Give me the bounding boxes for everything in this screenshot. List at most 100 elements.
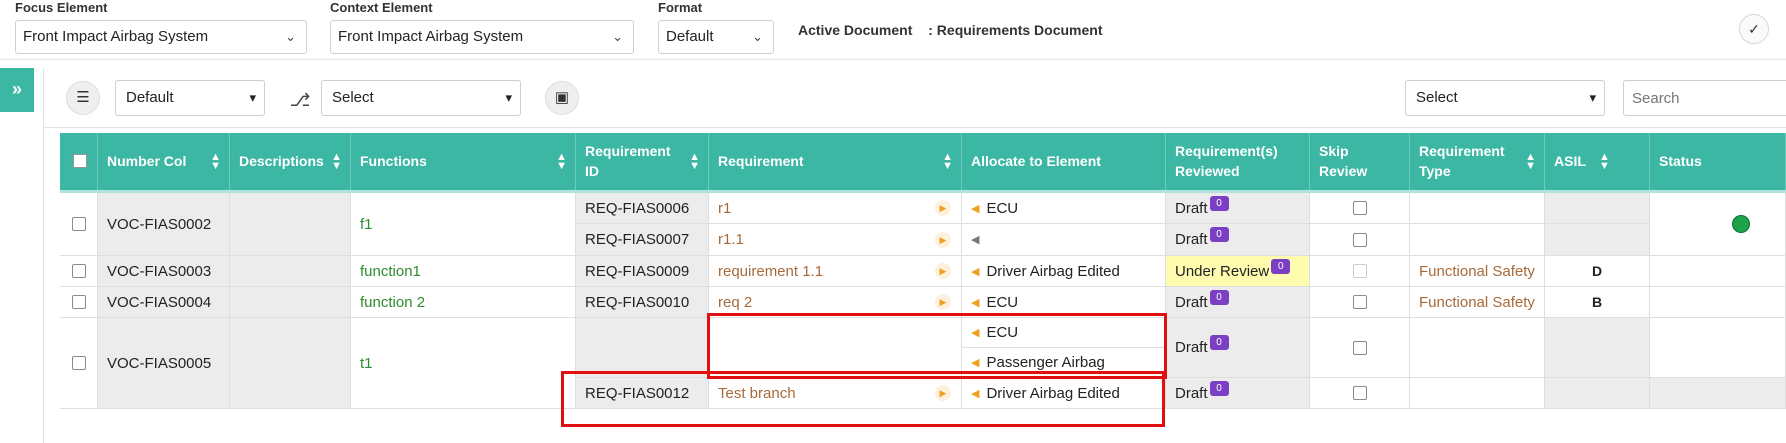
- format-group: Format Default ⌄: [658, 0, 774, 54]
- function-cell[interactable]: f1: [351, 193, 576, 256]
- skip-review-checkbox[interactable]: [1352, 386, 1367, 400]
- comment-badge[interactable]: 0: [1209, 227, 1229, 242]
- sidebar-toggle-button[interactable]: »: [0, 68, 34, 112]
- expand-right-icon[interactable]: ▶: [935, 385, 951, 401]
- chevron-down-icon: ⌄: [285, 29, 296, 44]
- image-icon: ▣: [554, 89, 570, 106]
- allocate-cell[interactable]: ◀ ECU: [962, 287, 1166, 318]
- header-asil[interactable]: ASIL ▲ ▼: [1545, 133, 1650, 190]
- number-cell: VOC-FIAS0002: [98, 193, 230, 256]
- caret-left-icon[interactable]: ◀: [971, 387, 979, 400]
- requirement-cell[interactable]: [709, 318, 962, 378]
- filter-select-value: Select: [1416, 89, 1458, 106]
- skip-review-cell: [1310, 224, 1410, 256]
- allocate-cell[interactable]: ◀: [962, 224, 1166, 256]
- skip-review-checkbox[interactable]: [1352, 295, 1367, 309]
- requirement-type-cell[interactable]: Functional Safety: [1410, 287, 1545, 318]
- sort-icon[interactable]: ▲ ▼: [942, 151, 953, 171]
- focus-element-value: Front Impact Airbag System: [23, 28, 209, 45]
- header-requirement[interactable]: Requirement ▲ ▼: [709, 133, 962, 190]
- expand-right-icon[interactable]: ▶: [935, 294, 951, 310]
- caret-left-icon[interactable]: ◀: [971, 202, 979, 215]
- review-cell: Draft 0: [1166, 318, 1310, 378]
- header-number-col[interactable]: Number Col ▲ ▼: [98, 133, 230, 190]
- allocate-cell[interactable]: ◀ ECU: [962, 193, 1166, 224]
- status-cell: [1650, 193, 1786, 256]
- expand-right-icon[interactable]: ▶: [935, 200, 951, 216]
- row-checkbox[interactable]: [71, 264, 86, 278]
- grid-toolbar: ☰ Default ▾ ⎇ Select ▾ ▣ Select ▾: [44, 68, 1786, 128]
- requirement-id-cell: REQ-FIAS0006: [576, 193, 709, 224]
- row-checkbox[interactable]: [71, 295, 86, 309]
- allocate-cell[interactable]: ◀ Driver Airbag Edited: [962, 256, 1166, 287]
- format-label: Format: [658, 0, 703, 15]
- view-select-value: Default: [126, 89, 174, 106]
- filter-select[interactable]: Select ▾: [1405, 80, 1605, 116]
- hierarchy-select[interactable]: Select ▾: [321, 80, 521, 116]
- active-document: Active Document : Requirements Document: [798, 22, 1103, 38]
- requirements-grid: Number Col ▲ ▼ Descriptions ▲ ▼ Functions ▲ ▼ …: [60, 133, 1786, 409]
- row-checkbox[interactable]: [71, 356, 86, 370]
- comment-badge[interactable]: 0: [1209, 380, 1229, 396]
- header-allocate-to-element[interactable]: Allocate to Element: [962, 133, 1166, 190]
- comment-badge[interactable]: 0: [1209, 289, 1229, 305]
- header-skip-review[interactable]: Skip Review: [1310, 133, 1410, 190]
- select-all-checkbox[interactable]: [73, 154, 87, 168]
- requirement-id-cell: REQ-FIAS0009: [576, 256, 709, 287]
- review-cell: Under Review 0: [1166, 256, 1310, 287]
- status-cell: [1650, 378, 1786, 409]
- requirement-type-cell[interactable]: Functional Safety: [1410, 256, 1545, 287]
- requirement-cell[interactable]: req 2 ▶: [709, 287, 962, 318]
- requirement-cell[interactable]: requirement 1.1 ▶: [709, 256, 962, 287]
- skip-review-checkbox[interactable]: [1352, 201, 1367, 215]
- caret-left-icon[interactable]: ◀: [971, 233, 979, 246]
- asil-cell: [1545, 193, 1650, 224]
- header-requirement-id[interactable]: Requirement ID ▲ ▼: [576, 133, 709, 190]
- allocate-cell[interactable]: ◀ ECU: [962, 318, 1166, 348]
- caret-left-icon[interactable]: ◀: [971, 326, 979, 339]
- asil-cell[interactable]: D: [1545, 256, 1650, 287]
- version-button[interactable]: ✓: [1739, 14, 1769, 44]
- header-descriptions[interactable]: Descriptions ▲ ▼: [230, 133, 351, 190]
- header-status[interactable]: Status: [1650, 133, 1786, 190]
- sort-icon[interactable]: ▲ ▼: [331, 151, 342, 171]
- comment-badge[interactable]: 0: [1209, 195, 1229, 211]
- expand-right-icon[interactable]: ▶: [935, 263, 951, 279]
- asil-cell[interactable]: B: [1545, 287, 1650, 318]
- allocate-cell[interactable]: ◀ Passenger Airbag: [962, 348, 1166, 378]
- image-button[interactable]: ▣: [545, 81, 579, 115]
- skip-review-checkbox[interactable]: [1352, 340, 1367, 355]
- sort-icon[interactable]: ▲ ▼: [556, 151, 567, 171]
- format-select[interactable]: Default ⌄: [658, 20, 774, 54]
- requirement-cell[interactable]: r1 ▶: [709, 193, 962, 224]
- row-checkbox[interactable]: [71, 217, 86, 231]
- focus-element-select[interactable]: Front Impact Airbag System ⌄: [15, 20, 307, 54]
- comment-badge[interactable]: 0: [1271, 258, 1291, 274]
- sort-icon[interactable]: ▲ ▼: [210, 151, 221, 171]
- allocate-cell[interactable]: ◀ Driver Airbag Edited: [962, 378, 1166, 409]
- search-input[interactable]: [1623, 80, 1786, 116]
- function-cell[interactable]: function1: [351, 256, 576, 287]
- hierarchy-icon: ⎇: [289, 90, 311, 110]
- sort-icon[interactable]: ▲ ▼: [1525, 151, 1536, 171]
- header-functions[interactable]: Functions ▲ ▼: [351, 133, 576, 190]
- comment-badge[interactable]: 0: [1209, 335, 1229, 350]
- context-element-select[interactable]: Front Impact Airbag System ⌄: [330, 20, 634, 54]
- sort-icon[interactable]: ▲ ▼: [689, 151, 700, 171]
- caret-left-icon[interactable]: ◀: [971, 356, 979, 369]
- header-requirements-reviewed[interactable]: Requirement(s) Reviewed: [1166, 133, 1310, 190]
- skip-review-checkbox[interactable]: [1352, 232, 1367, 247]
- function-cell[interactable]: t1: [351, 318, 576, 409]
- header-requirement-type[interactable]: Requirement Type ▲ ▼: [1410, 133, 1545, 190]
- view-select[interactable]: Default ▾: [115, 80, 265, 116]
- requirement-cell[interactable]: r1.1 ▶: [709, 224, 962, 256]
- skip-review-cell: [1310, 256, 1410, 287]
- caret-left-icon[interactable]: ◀: [971, 296, 979, 309]
- context-element-label: Context Element: [330, 0, 433, 15]
- expand-right-icon[interactable]: ▶: [935, 231, 951, 248]
- sort-icon[interactable]: ▲ ▼: [1599, 151, 1610, 171]
- requirement-cell[interactable]: Test branch ▶: [709, 378, 962, 409]
- caret-left-icon[interactable]: ◀: [971, 265, 979, 278]
- function-cell[interactable]: function 2: [351, 287, 576, 318]
- layers-button[interactable]: ☰: [66, 81, 100, 115]
